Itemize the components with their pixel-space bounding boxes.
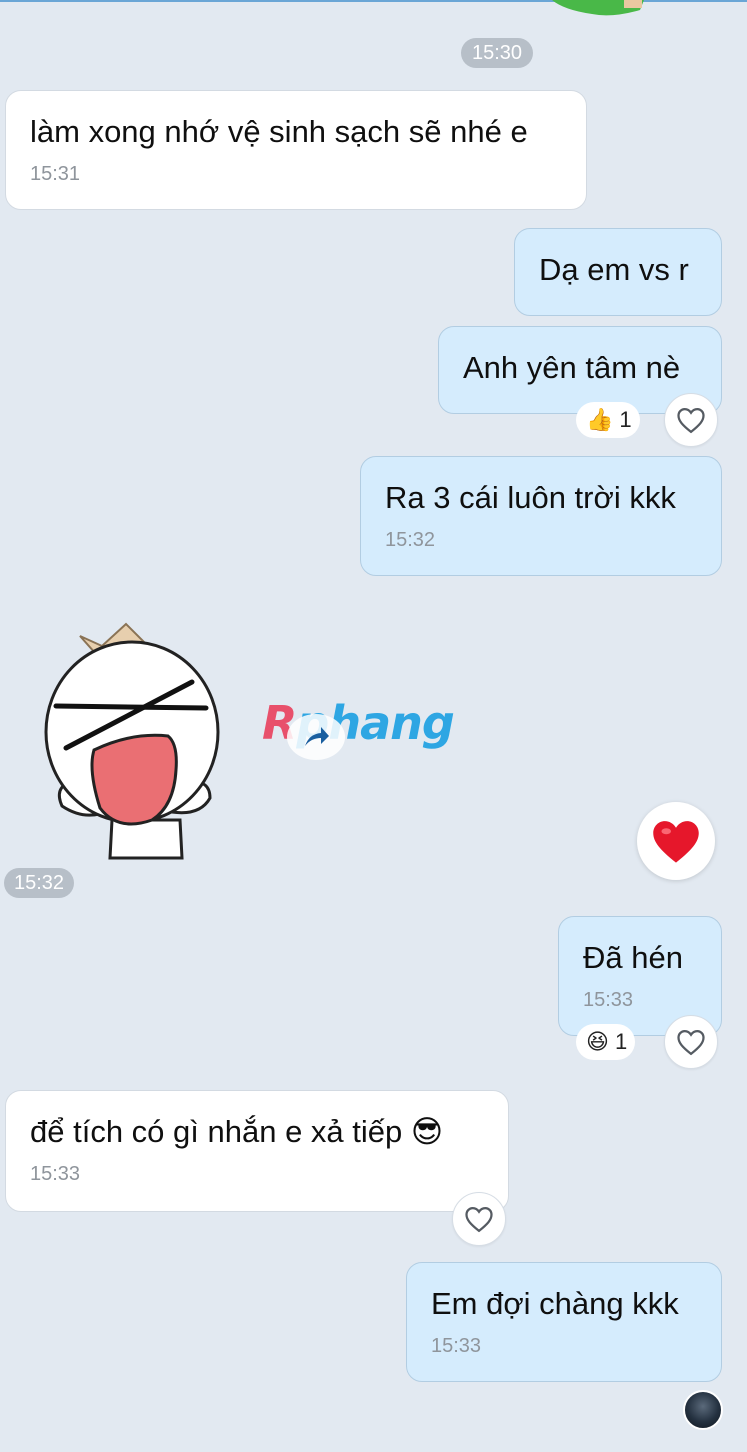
- message-time: 15:33: [30, 1163, 81, 1185]
- message-text: để tích có gì nhắn e xả tiếp 😎: [30, 1114, 444, 1149]
- reaction-pill[interactable]: 😆 1: [576, 1024, 636, 1060]
- reaction-count: 1: [614, 1029, 628, 1054]
- react-heart-button[interactable]: [664, 393, 718, 447]
- sunglasses-emoji-icon: 😎: [410, 1114, 444, 1149]
- heart-filled-icon: [653, 821, 699, 863]
- laughing-emoji-icon: 😆: [586, 1029, 609, 1054]
- message-time: 15:31: [30, 163, 81, 185]
- message-time: 15:33: [431, 1335, 482, 1357]
- message-text: Đã hén: [583, 940, 683, 975]
- heart-outline-icon: [677, 1029, 705, 1056]
- message-bubble-outgoing[interactable]: Dạ em vs r: [514, 228, 722, 316]
- heart-outline-icon: [465, 1206, 493, 1233]
- message-text: Dạ em vs r: [539, 252, 689, 287]
- watermark-share-icon: [287, 714, 345, 760]
- message-text: Em đợi chàng kkk: [431, 1286, 679, 1321]
- reaction-count: 1: [619, 407, 632, 432]
- sender-avatar[interactable]: [683, 1390, 723, 1430]
- message-bubble-incoming[interactable]: làm xong nhớ vệ sinh sạch sẽ nhé e 15:31: [5, 90, 587, 210]
- message-text: Ra 3 cái luôn trời kkk: [385, 480, 676, 515]
- message-bubble-outgoing[interactable]: Ra 3 cái luôn trời kkk 15:32: [360, 456, 722, 576]
- message-bubble-outgoing[interactable]: Em đợi chàng kkk 15:33: [406, 1262, 722, 1382]
- react-heart-button[interactable]: [664, 1015, 718, 1069]
- sticker-time: 15:32: [4, 868, 74, 898]
- message-bubble-incoming[interactable]: để tích có gì nhắn e xả tiếp 😎 15:33: [5, 1090, 509, 1212]
- message-time: 15:33: [583, 989, 634, 1011]
- partial-sticker-top: [552, 0, 644, 16]
- heart-reaction-button[interactable]: [637, 802, 715, 880]
- time-separator: 15:30: [461, 38, 533, 68]
- laughing-sticker[interactable]: [40, 620, 230, 862]
- heart-outline-icon: [677, 407, 705, 434]
- thumbs-up-icon: 👍: [586, 407, 614, 432]
- reaction-pill[interactable]: 👍 1: [576, 402, 640, 438]
- message-time: 15:32: [385, 529, 436, 551]
- message-text: làm xong nhớ vệ sinh sạch sẽ nhé e: [30, 114, 528, 149]
- message-text: Anh yên tâm nè: [463, 350, 681, 385]
- react-heart-button[interactable]: [452, 1192, 506, 1246]
